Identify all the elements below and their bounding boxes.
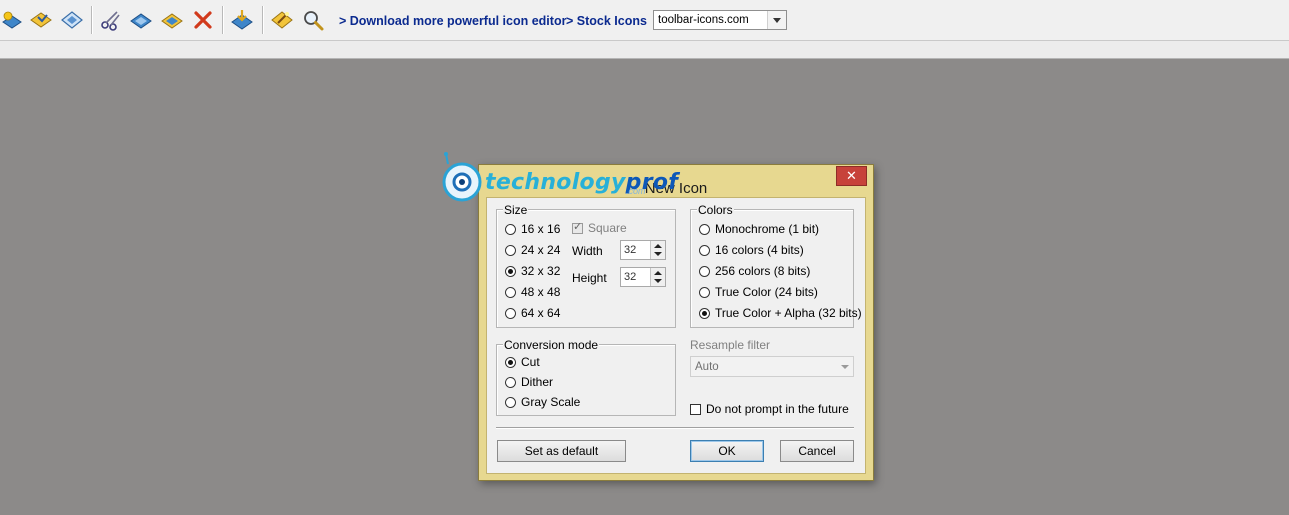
set-as-default-button[interactable]: Set as default	[497, 440, 626, 462]
resample-select[interactable]: Auto	[690, 356, 854, 377]
arrow-up-icon	[654, 244, 662, 248]
color-option-mono[interactable]: Monochrome (1 bit)	[699, 222, 819, 236]
colors-group-label: Colors	[697, 203, 734, 217]
size-option-16[interactable]: 16 x 16	[505, 222, 560, 236]
check-icon	[572, 220, 583, 234]
dialog-divider	[496, 427, 854, 428]
site-combo-value: toolbar-icons.com	[658, 14, 749, 26]
save-diamond-icon[interactable]	[60, 8, 84, 32]
radio-dot	[505, 376, 516, 388]
main-toolbar: > Download more powerful icon editor > S…	[0, 0, 1289, 41]
delete-x-icon[interactable]	[191, 8, 215, 32]
width-value: 32	[624, 244, 637, 256]
radio-dot	[505, 396, 516, 408]
checkbox-box	[690, 403, 701, 415]
chevron-down-icon[interactable]	[767, 11, 786, 29]
stepper-buttons[interactable]	[650, 268, 665, 286]
download-editor-link[interactable]: > Download more powerful icon editor	[339, 14, 566, 28]
arrow-down-icon	[654, 252, 662, 256]
width-stepper[interactable]: 32	[620, 240, 666, 260]
ok-button[interactable]: OK	[690, 440, 764, 462]
watermark-suffix: .com	[626, 186, 646, 196]
radio-dot	[505, 223, 516, 235]
color-option-32bit[interactable]: True Color + Alpha (32 bits)	[699, 306, 862, 320]
color-option-24bit[interactable]: True Color (24 bits)	[699, 285, 818, 299]
conversion-group-label: Conversion mode	[503, 338, 600, 352]
radio-dot	[699, 223, 710, 235]
radio-dot	[505, 307, 516, 319]
site-combo[interactable]: toolbar-icons.com	[653, 10, 787, 30]
height-label: Height	[572, 271, 607, 285]
resample-value: Auto	[695, 361, 719, 373]
height-stepper[interactable]: 32	[620, 267, 666, 287]
close-button[interactable]: ✕	[836, 166, 867, 186]
size-option-48[interactable]: 48 x 48	[505, 285, 560, 299]
resample-label: Resample filter	[690, 338, 771, 352]
toolbar-strip	[0, 41, 1289, 59]
watermark-text: technologyprof	[485, 170, 679, 195]
stepper-buttons[interactable]	[650, 241, 665, 259]
height-value: 32	[624, 271, 637, 283]
open-shield-icon[interactable]	[29, 8, 53, 32]
size-option-32[interactable]: 32 x 32	[505, 264, 560, 278]
cut-scissors-icon[interactable]	[99, 8, 123, 32]
paste-sheet-icon[interactable]	[160, 8, 184, 32]
radio-dot-selected	[699, 307, 710, 319]
radio-dot-selected	[505, 356, 516, 368]
size-option-24[interactable]: 24 x 24	[505, 243, 560, 257]
new-sparkle-icon[interactable]	[0, 8, 24, 32]
color-option-16[interactable]: 16 colors (4 bits)	[699, 243, 804, 257]
wand-star-icon[interactable]	[270, 8, 294, 32]
toolbar-separator	[222, 6, 223, 34]
square-checkbox[interactable]: Square	[572, 220, 627, 235]
import-arrow-icon[interactable]	[230, 8, 254, 32]
stock-icons-link[interactable]: > Stock Icons	[566, 14, 647, 28]
color-option-256[interactable]: 256 colors (8 bits)	[699, 264, 810, 278]
width-label: Width	[572, 244, 603, 258]
cancel-button[interactable]: Cancel	[780, 440, 854, 462]
radio-dot	[505, 244, 516, 256]
radio-dot-selected	[505, 265, 516, 277]
conversion-option-cut[interactable]: Cut	[505, 355, 540, 369]
radio-dot	[699, 286, 710, 298]
zoom-magnifier-icon[interactable]	[301, 8, 325, 32]
size-option-64[interactable]: 64 x 64	[505, 306, 560, 320]
toolbar-separator	[262, 6, 263, 34]
no-prompt-checkbox[interactable]: Do not prompt in the future	[690, 402, 849, 416]
radio-dot	[699, 244, 710, 256]
radio-dot	[699, 265, 710, 277]
conversion-option-dither[interactable]: Dither	[505, 375, 553, 389]
radio-dot	[505, 286, 516, 298]
copy-sheet-icon[interactable]	[129, 8, 153, 32]
arrow-down-icon	[654, 279, 662, 283]
toolbar-separator	[91, 6, 92, 34]
conversion-option-grayscale[interactable]: Gray Scale	[505, 395, 580, 409]
arrow-up-icon	[654, 271, 662, 275]
